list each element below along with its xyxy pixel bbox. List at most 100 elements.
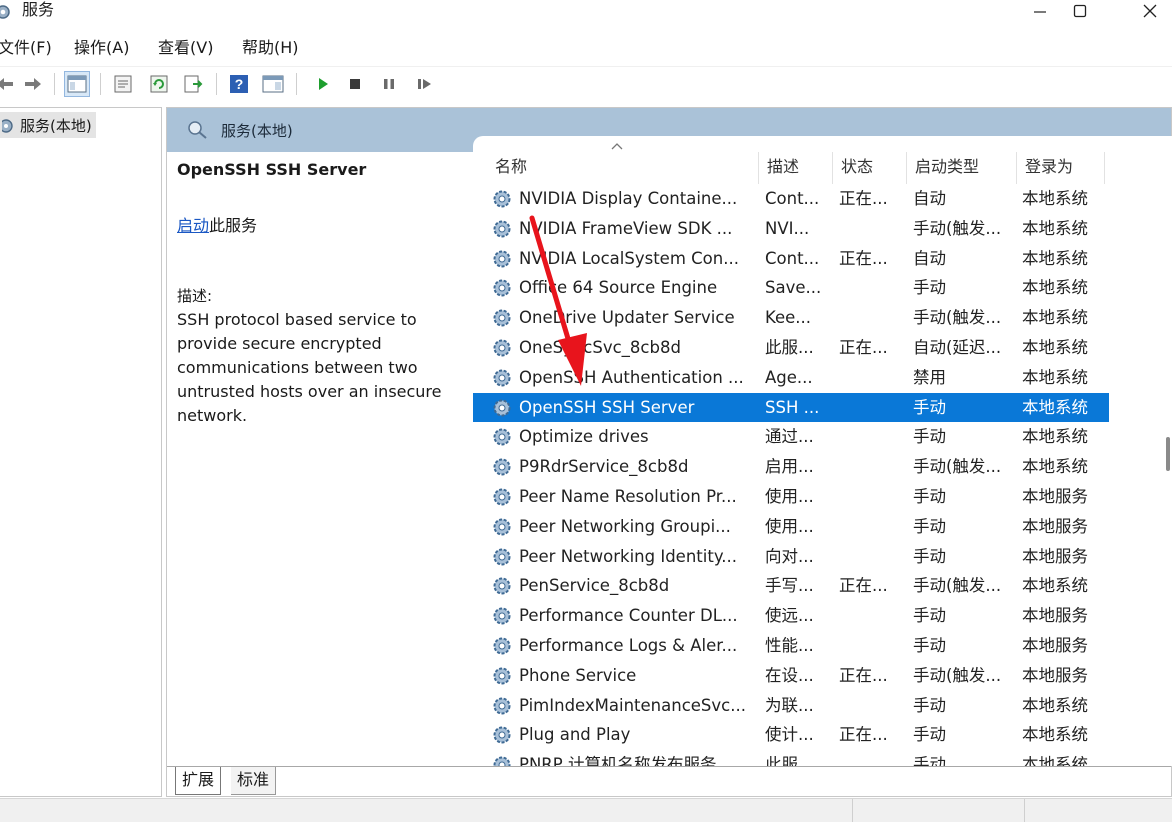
table-row[interactable]: OneDrive Updater Service Kee... 手动(触发... 本地… <box>473 303 1109 333</box>
table-row[interactable]: Peer Name Resolution Pr... 使用... 手动 本地服务 <box>473 482 1109 512</box>
start-service-link[interactable]: 启动 <box>177 216 209 235</box>
show-action-pane-button[interactable] <box>260 71 286 97</box>
service-name: PimIndexMaintenanceSvc... <box>519 695 746 715</box>
table-row[interactable]: OneSyncSvc_8cb8d 此服... 正在... 自动(延迟... 本地系统 <box>473 333 1109 363</box>
services-list: 名称 描述 状态 启动类型 登录为 NVIDIA Display Contain… <box>473 136 1172 766</box>
service-name: PenService_8cb8d <box>519 576 670 596</box>
table-row[interactable]: NVIDIA LocalSystem Con... Cont... 正在... 自动 本… <box>473 244 1109 274</box>
pane-header-title: 服务(本地) <box>221 122 293 140</box>
maximize-icon <box>1073 4 1087 18</box>
title-bar: 服务 <box>0 0 1172 28</box>
table-row[interactable]: P9RdrService_8cb8d 启用... 手动(触发... 本地系统 <box>473 452 1109 482</box>
service-name: NVIDIA LocalSystem Con... <box>519 248 739 268</box>
services-pane: 服务(本地) OpenSSH SSH Server 启动此服务 描述: SSH … <box>166 107 1172 797</box>
export-list-button[interactable] <box>180 71 206 97</box>
service-startup-type: 自动 <box>913 248 946 268</box>
service-gear-icon <box>493 637 511 655</box>
service-log-on-as: 本地服务 <box>1022 516 1088 536</box>
service-status <box>839 273 901 303</box>
service-status <box>839 512 901 542</box>
svg-text:?: ? <box>235 76 244 92</box>
tab-extended[interactable]: 扩展 <box>175 767 222 795</box>
show-console-tree-button[interactable] <box>64 71 90 97</box>
description-text: SSH protocol based service to provide se… <box>177 310 442 425</box>
close-button[interactable] <box>1122 0 1172 22</box>
stop-icon <box>350 79 360 89</box>
service-name: Performance Logs & Aler... <box>519 636 738 655</box>
stop-service-button[interactable] <box>342 71 368 97</box>
table-row[interactable]: Peer Networking Identity... 向对... 手动 本地服务 <box>473 542 1109 572</box>
back-button[interactable] <box>0 71 18 97</box>
column-header-description[interactable]: 描述 <box>759 152 833 184</box>
pause-service-button[interactable] <box>376 71 402 97</box>
table-row[interactable]: Optimize drives 通过... 手动 本地系统 <box>473 422 1109 452</box>
service-status <box>839 542 901 572</box>
restart-service-button[interactable] <box>412 71 438 97</box>
forward-button[interactable] <box>20 71 46 97</box>
table-row[interactable]: NVIDIA Display Containe... Cont... 正在... 自动… <box>473 184 1109 214</box>
table-row[interactable]: Phone Service 在设... 正在... 手动(触发... 本地服务 <box>473 661 1109 691</box>
table-row[interactable]: Performance Logs & Aler... 性能... 手动 本地服务 <box>473 631 1109 661</box>
service-log-on-as: 本地服务 <box>1022 606 1088 626</box>
service-startup-type: 手动 <box>913 546 946 566</box>
table-row[interactable]: PenService_8cb8d 手写... 正在... 手动(触发... 本地系统 <box>473 571 1109 601</box>
service-startup-type: 手动 <box>913 695 946 715</box>
service-name: P9RdrService_8cb8d <box>519 457 689 477</box>
table-row[interactable]: Office 64 Source Engine Save... 手动 本地系统 <box>473 273 1109 303</box>
service-gear-icon <box>493 756 511 766</box>
service-name: Performance Counter DL... <box>519 606 738 626</box>
menu-file[interactable]: 文件(F) <box>0 38 52 58</box>
menu-action[interactable]: 操作(A) <box>74 38 129 58</box>
console-tree-icon <box>67 75 87 93</box>
refresh-button[interactable] <box>146 71 172 97</box>
table-row[interactable]: PimIndexMaintenanceSvc... 为联... 手动 本地系统 <box>473 691 1109 721</box>
search-services-icon <box>188 121 207 139</box>
tree-item-services-local[interactable]: 服务(本地) <box>0 112 96 138</box>
service-startup-type: 手动 <box>913 725 946 745</box>
table-row[interactable]: OpenSSH Authentication ... Age... 禁用 本地系统 <box>473 363 1109 393</box>
service-startup-type: 自动 <box>913 189 946 208</box>
tree-item-label: 服务(本地) <box>20 116 92 135</box>
column-header-startup-type[interactable]: 启动类型 <box>907 152 1017 184</box>
properties-button[interactable] <box>110 71 136 97</box>
table-row[interactable]: Peer Networking Groupi... 使用... 手动 本地服务 <box>473 512 1109 542</box>
vertical-scrollbar-thumb[interactable] <box>1166 437 1170 471</box>
service-name: NVIDIA FrameView SDK ... <box>519 218 733 238</box>
column-header-log-on-as[interactable]: 登录为 <box>1017 152 1105 184</box>
service-log-on-as: 本地系统 <box>1022 755 1088 766</box>
table-row[interactable]: Performance Counter DL... 使远... 手动 本地服务 <box>473 601 1109 631</box>
service-startup-type: 自动(延迟... <box>913 338 1002 357</box>
tab-standard[interactable]: 标准 <box>231 767 277 795</box>
service-description: Cont... <box>765 248 820 268</box>
service-gear-icon <box>493 548 511 566</box>
service-gear-icon <box>493 190 511 208</box>
table-row[interactable]: NVIDIA FrameView SDK ... NVI... 手动(触发... 本地… <box>473 214 1109 244</box>
service-startup-type: 手动 <box>913 636 946 655</box>
table-row-selected[interactable]: OpenSSH SSH Server SSH ... 手动 本地系统 <box>473 392 1109 423</box>
play-icon <box>319 78 328 90</box>
column-header-name[interactable]: 名称 <box>487 152 759 184</box>
column-header-status[interactable]: 状态 <box>833 152 907 184</box>
service-name: OneDrive Updater Service <box>519 308 735 328</box>
service-gear-icon <box>493 279 511 297</box>
table-row[interactable]: Plug and Play 使计... 正在... 手动 本地系统 <box>473 720 1109 750</box>
table-row[interactable]: PNRP 计算机名称发布服务 此服... 手动 本地系统 <box>473 750 1109 766</box>
view-tabs: 扩展 标准 <box>167 766 1171 796</box>
service-status: 正在... <box>839 665 888 685</box>
service-description: 在设... <box>765 665 814 685</box>
service-description: 为联... <box>765 695 814 715</box>
service-startup-type: 手动(触发... <box>913 576 1002 596</box>
menu-help[interactable]: 帮助(H) <box>242 38 299 58</box>
service-log-on-as: 本地服务 <box>1022 636 1088 655</box>
service-status <box>839 422 901 452</box>
service-status: 正在... <box>839 725 888 745</box>
status-bar <box>0 798 1172 822</box>
maximize-button[interactable] <box>1052 0 1108 22</box>
service-log-on-as: 本地系统 <box>1022 367 1088 387</box>
help-button[interactable]: ? <box>226 71 252 97</box>
status-bar-separator <box>852 799 853 822</box>
service-log-on-as: 本地系统 <box>1022 576 1088 596</box>
start-service-button[interactable] <box>310 71 336 97</box>
service-description: Cont... <box>765 189 820 208</box>
menu-view[interactable]: 查看(V) <box>158 38 213 58</box>
